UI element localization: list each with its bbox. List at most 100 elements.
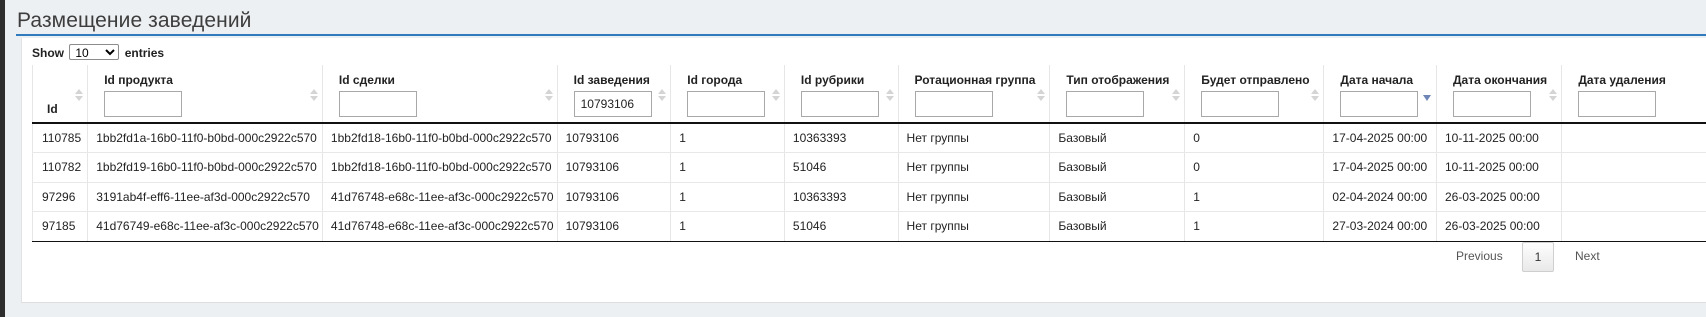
filter-input-city-id[interactable] (687, 91, 766, 117)
cell-display-type: Базовый (1049, 182, 1186, 212)
sort-icon[interactable] (309, 89, 318, 103)
cell-venue-id: 10793106 (557, 182, 672, 212)
page-1-button[interactable]: 1 (1522, 242, 1554, 272)
cell-product-id: 1bb2fd19-16b0-11f0-b0bd-000c2922c570 (87, 152, 323, 183)
column-header-end-date[interactable]: Дата окончания (1436, 65, 1563, 124)
entries-length-select[interactable]: 10 (69, 44, 120, 60)
table-row[interactable]: 110782 1bb2fd19-16b0-11f0-b0bd-000c2922c… (31, 152, 1706, 183)
filter-input-product-id[interactable] (104, 91, 183, 117)
filter-input-rubric-id[interactable] (800, 91, 879, 117)
column-label: Дата начала (1340, 73, 1414, 87)
cell-product-id: 1bb2fd1a-16b0-11f0-b0bd-000c2922c570 (87, 123, 323, 153)
cell-rotation-group: Нет группы (898, 123, 1051, 153)
cell-venue-id: 10793106 (557, 211, 672, 242)
column-label: Id заведения (573, 73, 650, 87)
sort-icon[interactable] (1311, 89, 1320, 103)
cell-rotation-group: Нет группы (898, 182, 1051, 212)
cell-delete-date (1561, 182, 1706, 212)
column-header-product-id[interactable]: Id продукта (87, 65, 323, 124)
cell-end-date: 10-11-2025 00:00 (1436, 123, 1563, 153)
column-label: Id (47, 102, 58, 116)
filter-input-rotation-group[interactable] (914, 91, 993, 117)
cell-deal-id: 41d76748-e68c-11ee-af3c-000c2922c570 (322, 182, 558, 212)
column-label: Тип отображения (1066, 73, 1170, 87)
cell-rubric-id: 10363393 (784, 123, 899, 153)
sort-icon[interactable] (1172, 89, 1181, 103)
column-header-deal-id[interactable]: Id сделки (322, 65, 558, 124)
column-header-rotation-group[interactable]: Ротационная группа (898, 65, 1051, 124)
filter-input-display-type[interactable] (1066, 91, 1145, 117)
cell-end-date: 26-03-2025 00:00 (1436, 182, 1563, 212)
cell-end-date: 26-03-2025 00:00 (1436, 211, 1563, 242)
page: Размещение заведений Show 10 entries Id (5, 0, 1706, 317)
cell-rubric-id: 10363393 (784, 182, 899, 212)
cell-deal-id: 1bb2fd18-16b0-11f0-b0bd-000c2922c570 (322, 123, 558, 153)
cell-start-date: 17-04-2025 00:00 (1323, 152, 1437, 183)
column-label: Id продукта (104, 73, 173, 87)
filter-input-deal-id[interactable] (338, 91, 417, 117)
sort-icon[interactable] (885, 89, 894, 103)
header-row: Id Id продукта Id сделки Id заведения 10… (31, 65, 1706, 124)
sort-icon[interactable] (544, 89, 553, 103)
previous-page-button[interactable]: Previous (1456, 242, 1503, 270)
cell-will-be-sent: 1 (1184, 211, 1325, 242)
cell-display-type: Базовый (1049, 123, 1186, 153)
cell-rotation-group: Нет группы (898, 152, 1051, 183)
cell-id: 110785 (31, 123, 89, 153)
cell-delete-date (1561, 123, 1706, 153)
column-header-rubric-id[interactable]: Id рубрики (784, 65, 899, 124)
filter-input-end-date[interactable] (1453, 91, 1531, 117)
filter-input-start-date[interactable] (1340, 91, 1419, 117)
column-header-delete-date[interactable]: Дата удаления (1561, 65, 1706, 124)
cell-venue-id: 10793106 (557, 152, 672, 183)
cell-id: 97296 (31, 182, 89, 212)
cell-venue-id: 10793106 (557, 123, 672, 153)
sort-icon[interactable] (771, 89, 780, 103)
column-label: Id рубрики (800, 73, 865, 87)
column-label: Id сделки (338, 73, 395, 87)
cell-rotation-group: Нет группы (898, 211, 1051, 242)
column-header-id[interactable]: Id (31, 65, 89, 124)
cell-display-type: Базовый (1049, 152, 1186, 183)
cell-product-id: 41d76749-e68c-11ee-af3c-000c2922c570 (87, 211, 323, 242)
filter-input-delete-date[interactable] (1578, 91, 1657, 117)
column-header-will-be-sent[interactable]: Будет отправлено (1184, 65, 1325, 124)
cell-end-date: 10-11-2025 00:00 (1436, 152, 1563, 183)
column-label: Дата окончания (1453, 73, 1548, 87)
page-title: Размещение заведений (17, 9, 252, 32)
table-row[interactable]: 110785 1bb2fd1a-16b0-11f0-b0bd-000c2922c… (31, 123, 1706, 153)
column-header-venue-id[interactable]: Id заведения (557, 65, 672, 124)
filter-input-venue-id[interactable] (573, 91, 652, 117)
sort-desc-icon[interactable] (1423, 95, 1431, 101)
cell-city-id: 1 (670, 211, 785, 242)
sort-icon[interactable] (75, 89, 84, 103)
cell-will-be-sent: 0 (1184, 152, 1325, 183)
placements-table: Id Id продукта Id сделки Id заведения 10… (31, 65, 1706, 242)
column-header-display-type[interactable]: Тип отображения (1049, 65, 1186, 124)
table-row[interactable]: 97296 3191ab4f-eff6-11ee-af3d-000c2922c5… (31, 182, 1706, 212)
show-label: Show (32, 46, 64, 60)
table-row[interactable]: 97185 41d76749-e68c-11ee-af3c-000c2922c5… (31, 211, 1706, 242)
cell-start-date: 02-04-2024 00:00 (1323, 182, 1437, 212)
cell-will-be-sent: 0 (1184, 123, 1325, 153)
next-page-button[interactable]: Next (1575, 242, 1600, 270)
column-label: Дата удаления (1578, 73, 1666, 87)
cell-rubric-id: 51046 (784, 211, 899, 242)
column-label: Будет отправлено (1201, 73, 1310, 87)
cell-city-id: 1 (670, 152, 785, 183)
column-header-start-date[interactable]: Дата начала (1323, 65, 1437, 124)
cell-delete-date (1561, 152, 1706, 183)
cell-city-id: 1 (670, 123, 785, 153)
sort-icon[interactable] (1549, 89, 1558, 103)
table-panel: Show 10 entries Id Id продукта Id сделки… (21, 38, 1706, 303)
cell-will-be-sent: 1 (1184, 182, 1325, 212)
cell-product-id: 3191ab4f-eff6-11ee-af3d-000c2922c570 (87, 182, 323, 212)
column-header-city-id[interactable]: Id города (670, 65, 785, 124)
entries-length-control: Show 10 entries (32, 44, 164, 60)
cell-id: 97185 (31, 211, 89, 242)
cell-rubric-id: 51046 (784, 152, 899, 183)
sort-icon[interactable] (658, 89, 667, 103)
sort-icon[interactable] (1037, 89, 1046, 103)
entries-label: entries (124, 46, 165, 60)
filter-input-will-be-sent[interactable] (1201, 91, 1280, 117)
